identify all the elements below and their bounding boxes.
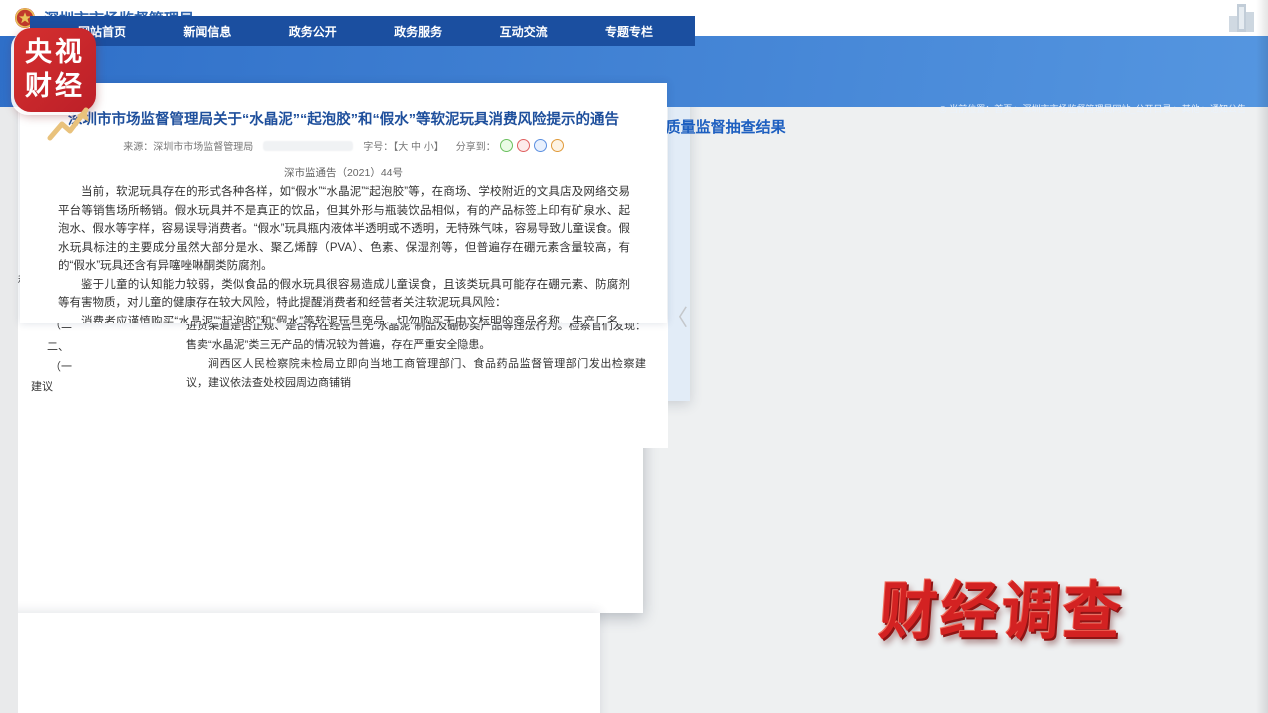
notice-meta: 来源：深圳市市场监督管理局 字号：【大 中 小】 分享到： [20, 138, 667, 153]
share-wechat-icon[interactable] [500, 139, 513, 152]
font-size-switcher[interactable]: 字号：【大 中 小】 [363, 138, 444, 153]
share-more-icon[interactable] [551, 139, 564, 152]
notice-document: 深圳市市场监督管理局关于“水晶泥”“起泡胶”和“假水”等软泥玩具消费风险提示的通… [20, 83, 667, 323]
paragraph: 鉴于儿童的认知能力较弱，类似食品的假水玩具很容易造成儿童误食，且该类玩具可能存在… [58, 276, 630, 313]
location-pin-icon: ◎ [939, 104, 947, 114]
paragraph: 涧西区人民检察院未检局立即向当地工商管理部门、食品药品监督管理部门发出检察建议，… [186, 355, 646, 393]
notice-body: 当前，软泥玩具存在的形式各种各样，如“假水”“水晶泥”“起泡胶”等，在商场、学校… [58, 183, 630, 323]
carousel-left-chevron-icon[interactable]: 〈 [666, 300, 688, 332]
notice-title: 深圳市市场监督管理局关于“水晶泥”“起泡胶”和“假水”等软泥玩具消费风险提示的通… [32, 108, 655, 129]
logo-arrow-icon [28, 68, 110, 152]
blurred-text [263, 141, 353, 151]
clipped-text-line: 建议 [31, 378, 53, 394]
program-watermark: 财经调查 [877, 561, 1263, 652]
share-qq-icon[interactable] [534, 139, 547, 152]
share-label: 分享到： [456, 138, 496, 153]
breadcrumb[interactable]: ◎ 当前位置：首页 > 深圳市市场监督管理局网站_公开目录 > 其他 > 通知公… [939, 102, 1246, 115]
tv-frame: 新闻信息 > 新闻发布厅 “假水”玩具消费提示 信息来源：广东省市场监督管理局 … [0, 0, 1268, 713]
nav-item-interaction[interactable]: 互动交流 [500, 23, 548, 40]
background-left-strip [0, 45, 18, 713]
clipped-text-line: （一 [50, 358, 72, 374]
paragraph: 消费者应谨慎购买“水晶泥”“起泡胶”和“假水”等软泥玩具商品，切勿购买无中文标明… [58, 313, 630, 324]
nav-item-special[interactable]: 专题专栏 [605, 23, 653, 40]
clipped-text-line: 二、 [47, 338, 69, 354]
share-weibo-icon[interactable] [517, 139, 530, 152]
nav-item-gov-service[interactable]: 政务服务 [394, 23, 442, 40]
nav-item-news[interactable]: 新闻信息 [183, 23, 231, 40]
notice-source: 来源：深圳市市场监督管理局 [123, 138, 253, 153]
paragraph: 当前，软泥玩具存在的形式各种各样，如“假水”“水晶泥”“起泡胶”等，在商场、学校… [58, 183, 630, 276]
breadcrumb-text: 当前位置：首页 > 深圳市市场监督管理局网站_公开目录 > 其他 > 通知公告 [949, 104, 1246, 114]
building-icon [1224, 1, 1258, 35]
guangdong-top-navbar: 网站首页 新闻信息 政务公开 政务服务 互动交流 专题专栏 [30, 16, 695, 46]
shaoxing-article-window: 鲜艳新奇的水晶泥却有毒有害，检察建议“清走”校园周边“三无”玩具 绍兴检察 [0, 613, 600, 713]
logo-line1: 央视 [14, 35, 96, 69]
nav-item-gov-open[interactable]: 政务公开 [289, 23, 337, 40]
document-number: 深市监通告（2021）44号 [20, 165, 667, 180]
cctv-finance-logo: 央视 财经 [14, 28, 96, 112]
